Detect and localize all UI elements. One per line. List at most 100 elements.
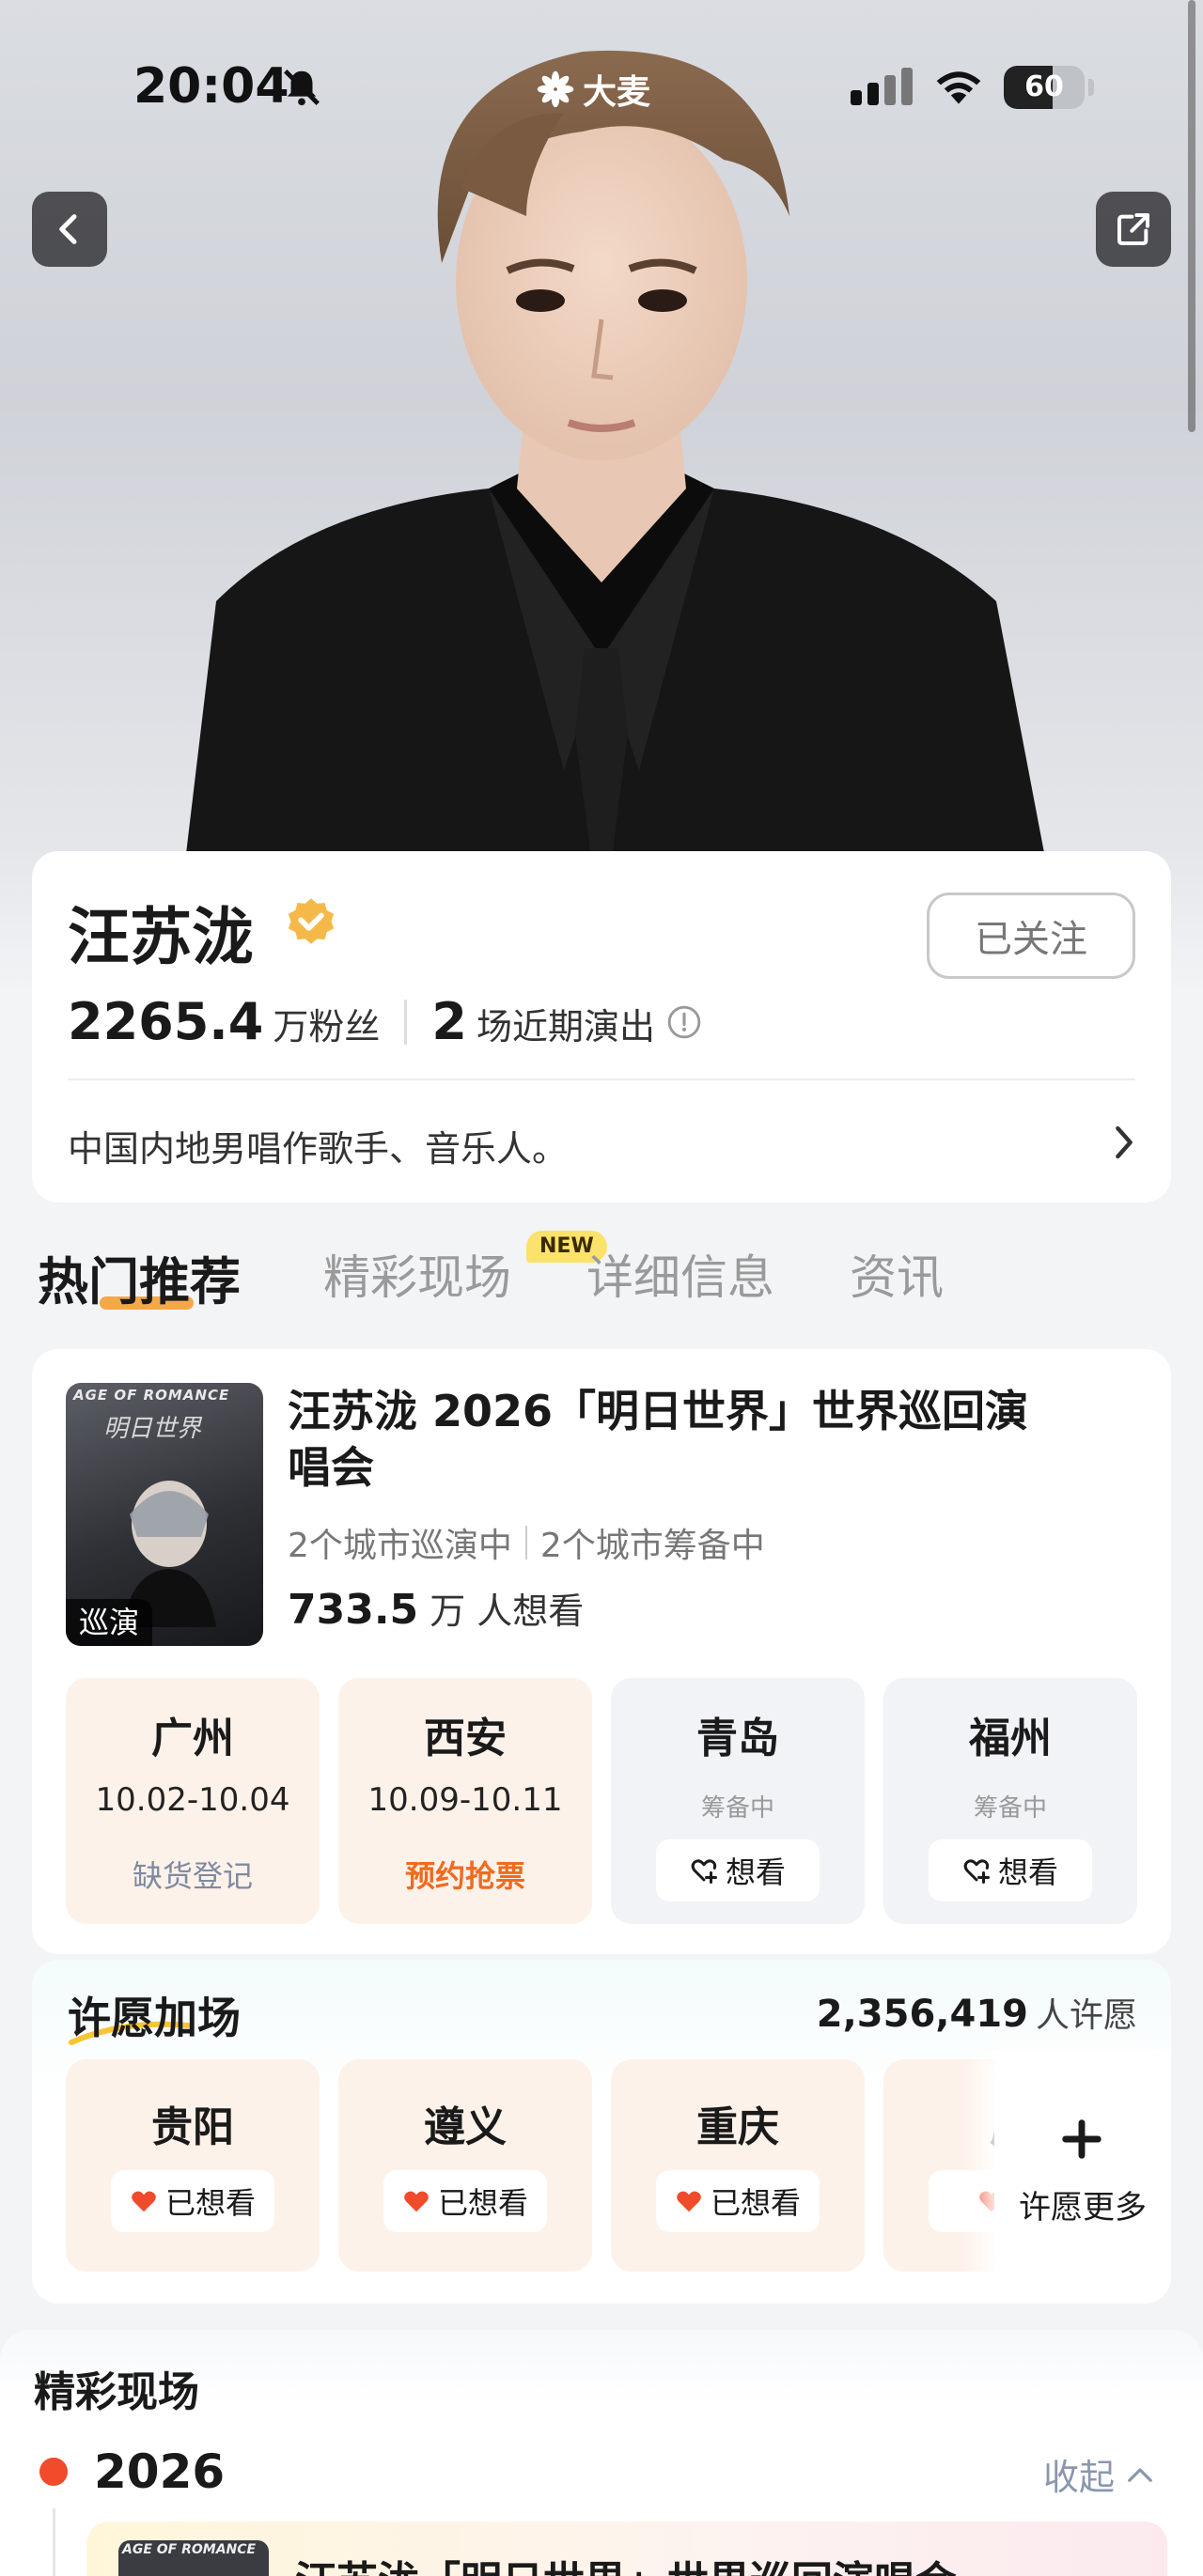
subtitle-divider [524,1526,527,1560]
heart-filled-icon [132,2191,156,2212]
wish-unit: 人许愿 [1035,1996,1137,2035]
plus-icon [1062,2119,1101,2159]
section-tabs: 热门推荐 精彩现场 NEW 详细信息 资讯 [38,1231,1165,1315]
battery-level: 60 [1024,70,1064,103]
collapse-button[interactable]: 收起 [1043,2448,1154,2500]
wifi-icon [936,71,981,104]
shows-count: 2 [431,992,467,1051]
app-logo-text: 大麦 [583,73,651,112]
want-label: 想看 [997,1854,1058,1890]
city-name: 西安 [424,1715,507,1762]
damai-logo-icon [537,70,574,108]
wished-button[interactable]: 已想看 [656,2170,820,2232]
wish-count: 2,356,419 人许愿 [817,1988,1137,2037]
tour-want-count: 733.5 万 人想看 [288,1582,584,1634]
wish-more-label: 许愿更多 [1019,2189,1147,2227]
city-card-fuzhou[interactable]: 福州 筹备中 想看 [883,1678,1137,1924]
city-name: 广州 [151,1715,234,1762]
city-name: 福州 [969,1715,1052,1762]
status-time: 20:04 [133,58,289,115]
follow-button[interactable]: 已关注 [927,892,1135,979]
want-unit: 万 人想看 [430,1591,585,1632]
wished-label: 已想看 [710,2185,801,2221]
touring-cities: 2个城市巡演中 [288,1527,512,1565]
bell-muted-icon [284,70,320,106]
tour-subtitle: 2个城市巡演中 2个城市筹备中 [288,1518,765,1567]
battery-tip [1088,79,1094,96]
timeline-dot [39,2458,68,2486]
wished-button[interactable]: 已想看 [383,2170,547,2232]
chevron-up-icon [1128,2467,1152,2482]
share-button[interactable] [1096,192,1171,267]
tab-details[interactable]: 详细信息 [586,1240,774,1308]
chevron-right-icon[interactable] [1109,1124,1139,1161]
tab-live-highlights[interactable]: 精彩现场 [323,1240,511,1308]
share-icon [1117,213,1149,245]
stockout-register-button[interactable]: 缺货登记 [66,1853,320,1896]
collapse-label: 收起 [1043,2457,1116,2498]
heart-filled-icon [404,2191,429,2212]
want-to-see-button[interactable]: 想看 [929,1839,1092,1901]
tour-title[interactable]: 汪苏泷 2026「明日世界」世界巡回演唱会 [288,1383,1039,1496]
verified-badge-icon [288,898,335,944]
section-title: 精彩现场 [34,2368,199,2416]
live-item-card[interactable]: AGE OF ROMANCE 汪苏泷「明日世界」世界巡回演唱会 [86,2522,1167,2576]
wished-label: 已想看 [164,2185,256,2221]
city-status: 筹备中 [973,1794,1047,1823]
artist-bio[interactable]: 中国内地男唱作歌手、音乐人。 [68,1120,568,1172]
want-label: 想看 [725,1854,786,1890]
tour-tag: 巡演 [66,1599,152,1646]
want-number: 733.5 [288,1586,419,1634]
artist-stats: 2265.4 万粉丝 2 场近期演出 [68,992,702,1051]
city-status: 筹备中 [700,1794,774,1823]
chevron-left-icon [59,214,77,244]
preparing-cities: 2个城市筹备中 [539,1527,765,1565]
wished-button[interactable]: 已想看 [111,2170,274,2232]
tab-hot-recommend[interactable]: 热门推荐 [38,1240,241,1314]
live-highlights-section: 精彩现场 2026 收起 AGE OF ROMANCE 汪苏泷「明日世界」世界巡… [0,2330,1203,2576]
heart-filled-icon [677,2191,701,2212]
hero-banner: 20:04 大麦 60 [0,0,1203,996]
status-bar: 20:04 大麦 60 [0,0,1203,178]
timeline-year: 2026 [94,2444,226,2499]
tour-poster[interactable]: AGE OF ROMANCE 明日世界 巡演 [66,1383,263,1646]
city-date: 10.02-10.04 [95,1781,290,1819]
shows-unit: 场近期演出 [476,1006,655,1047]
artist-name: 汪苏泷 [68,901,254,973]
city-name: 遵义 [424,2103,507,2151]
poster-english-title: AGE OF ROMANCE [73,1387,230,1404]
wish-city-zunyi[interactable]: 遵义 已想看 [338,2059,592,2272]
fans-count: 2265.4 [68,992,264,1051]
scrollbar[interactable] [1188,0,1195,432]
wished-label: 已想看 [437,2185,528,2221]
city-name: 青岛 [696,1715,779,1762]
poster-chinese-title: 明日世界 [103,1415,202,1443]
city-name: 重庆 [696,2103,779,2151]
city-name: 贵阳 [151,2103,234,2151]
wish-number: 2,356,419 [816,1993,1028,2036]
signal-icon [851,68,913,105]
heart-add-icon [963,1859,990,1884]
live-item-thumbnail[interactable]: AGE OF ROMANCE [118,2540,269,2576]
want-to-see-button[interactable]: 想看 [656,1839,820,1901]
wish-city-guiyang[interactable]: 贵阳 已想看 [66,2059,320,2272]
back-button[interactable] [32,192,107,267]
timeline-line [53,2508,55,2576]
wish-city-chongqing[interactable]: 重庆 已想看 [611,2059,865,2272]
reserve-ticket-button[interactable]: 预约抢票 [338,1853,592,1896]
tour-city-list: 广州 10.02-10.04 缺货登记 西安 10.09-10.11 预约抢票 … [66,1678,1137,1924]
tour-card[interactable]: AGE OF ROMANCE 明日世界 巡演 汪苏泷 2026「明日世界」世界巡… [32,1349,1171,1954]
divider [68,1079,1135,1080]
tab-news[interactable]: 资讯 [850,1240,944,1308]
city-card-xian[interactable]: 西安 10.09-10.11 预约抢票 [338,1678,592,1924]
info-icon[interactable] [666,1004,702,1040]
thumbnail-text: AGE OF ROMANCE [122,2542,257,2557]
battery-icon: 60 [1004,66,1085,109]
heart-add-icon [691,1859,717,1884]
wish-more-button[interactable]: 许愿更多 [994,2050,1171,2285]
stats-divider [404,999,408,1045]
city-card-guangzhou[interactable]: 广州 10.02-10.04 缺货登记 [66,1678,320,1924]
artist-profile-card: 汪苏泷 已关注 2265.4 万粉丝 2 场近期演出 中国内地男唱作歌手、音乐人… [32,851,1171,1203]
city-card-qingdao[interactable]: 青岛 筹备中 想看 [611,1678,865,1924]
live-item-title[interactable]: 汪苏泷「明日世界」世界巡回演唱会 [295,2548,957,2576]
